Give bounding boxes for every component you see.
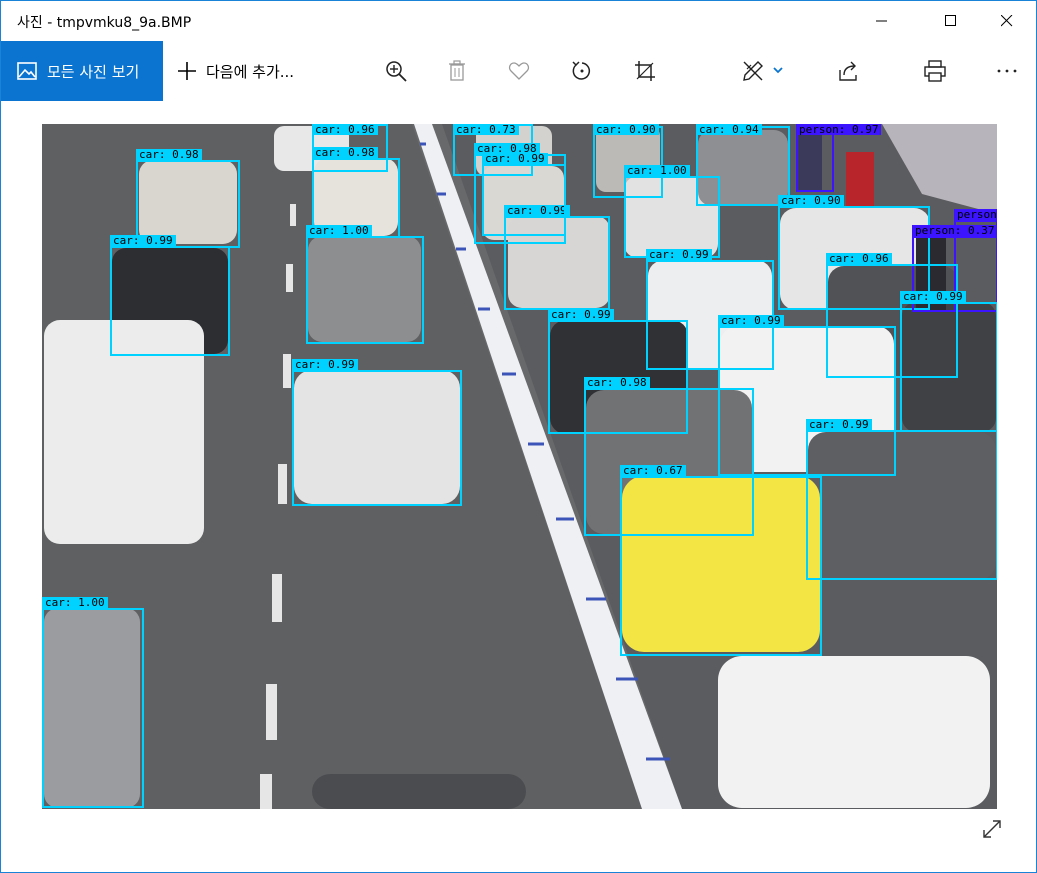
photo-viewport[interactable]: car: 0.98 car: 0.98 car: 0.73 car: 0.98 car:… [42, 124, 997, 809]
share-button[interactable] [829, 41, 869, 101]
plus-icon [178, 62, 196, 80]
detection-label: car: 1.00 [42, 597, 108, 608]
expand-icon [983, 820, 1001, 838]
crop-icon [635, 61, 655, 81]
detection-box [306, 236, 424, 344]
detection-box [900, 302, 997, 432]
maximize-icon [945, 15, 956, 26]
detection-label: car: 0.94 [696, 124, 762, 135]
detection-label: car: 0.98 [136, 149, 202, 160]
detection-label: car: 0.99 [646, 249, 712, 260]
delete-button[interactable] [437, 41, 477, 101]
all-photos-label: 모든 사진 보기 [47, 62, 140, 81]
edit-create-button[interactable] [735, 41, 789, 101]
detection-label: person [954, 209, 997, 220]
detection-box [482, 164, 566, 236]
rotate-button[interactable] [562, 41, 602, 101]
detection-label: car: 0.90 [593, 124, 659, 135]
detection-label: car: 1.00 [624, 165, 690, 176]
all-photos-button[interactable]: 모든 사진 보기 [1, 41, 163, 101]
title-bar: 사진 - tmpvmku8_9a.BMP [1, 1, 1036, 41]
crop-button[interactable] [625, 41, 665, 101]
favorite-icon [508, 62, 530, 80]
fullscreen-button[interactable] [979, 816, 1005, 842]
add-to-button[interactable]: 다음에 추가... [177, 41, 294, 101]
detection-box [620, 476, 822, 656]
detection-label: car: 0.99 [900, 291, 966, 302]
detection-label: car: 0.99 [110, 235, 176, 246]
detection-box [42, 608, 144, 808]
minimize-icon [876, 20, 887, 22]
detection-label: car: 0.99 [548, 309, 614, 320]
share-icon [839, 61, 857, 81]
maximize-button[interactable] [928, 1, 974, 41]
detection-label: person: 0.37 [912, 225, 997, 236]
chevron-down-icon [773, 67, 783, 74]
rotate-icon [572, 61, 591, 80]
zoom-in-icon [386, 61, 407, 82]
detection-label: person: 0.97 [796, 124, 882, 135]
zoom-button[interactable] [376, 41, 416, 101]
detection-label: car: 0.99 [482, 153, 548, 164]
print-icon [924, 60, 946, 82]
more-button[interactable] [987, 41, 1027, 101]
detection-label: car: 0.99 [718, 315, 784, 326]
detection-label: car: 0.90 [778, 195, 844, 206]
detection-label: car: 0.96 [826, 253, 892, 264]
delete-icon [449, 60, 465, 81]
close-icon [1001, 15, 1013, 27]
detection-box [624, 176, 720, 258]
detection-label: car: 0.96 [312, 124, 378, 135]
detection-label: car: 0.99 [292, 359, 358, 370]
favorite-button[interactable] [499, 41, 539, 101]
add-to-label: 다음에 추가... [206, 62, 295, 81]
more-icon [997, 69, 1017, 73]
print-button[interactable] [915, 41, 955, 101]
detection-label: car: 1.00 [306, 225, 372, 236]
close-button[interactable] [984, 1, 1030, 41]
photo-icon [17, 62, 37, 80]
minimize-button[interactable] [859, 1, 905, 41]
detection-label: car: 0.99 [806, 419, 872, 430]
detection-box [292, 370, 462, 506]
detection-box [110, 246, 230, 356]
command-bar: 모든 사진 보기 다음에 추가... [1, 41, 1036, 101]
detection-label: car: 0.73 [453, 124, 519, 135]
window-title: 사진 - tmpvmku8_9a.BMP [17, 15, 192, 31]
detection-label: car: 0.98 [584, 377, 650, 388]
edit-draw-icon [743, 61, 763, 81]
detection-label: car: 0.67 [620, 465, 686, 476]
detection-box [806, 430, 997, 580]
